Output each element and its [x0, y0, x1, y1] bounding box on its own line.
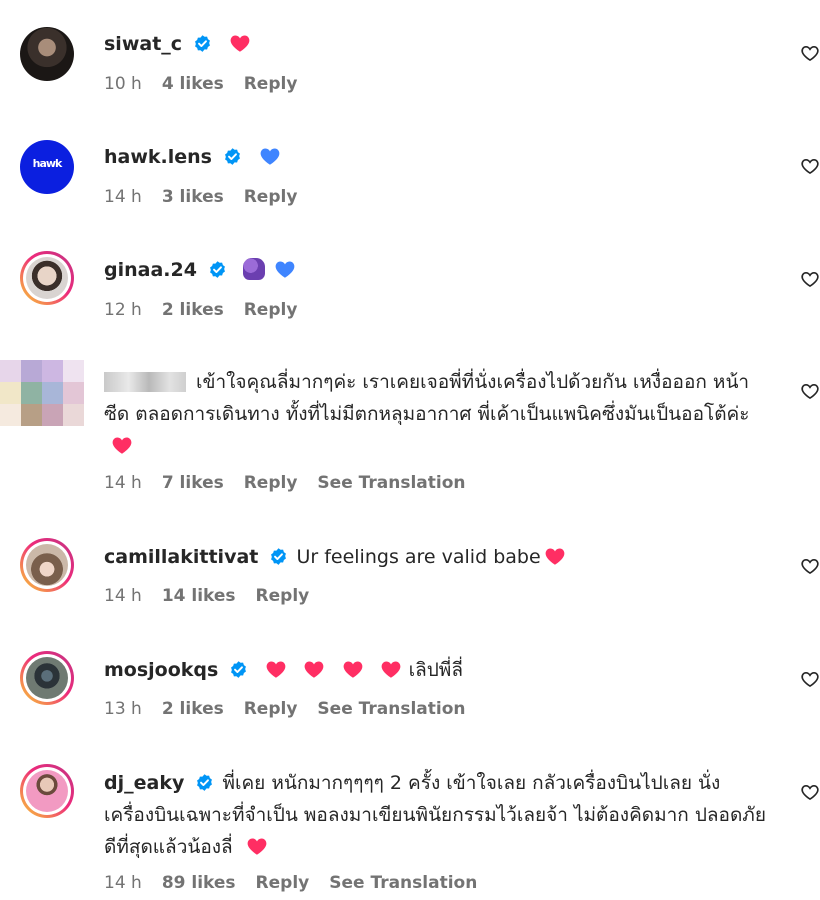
likes-count[interactable]: 89 likes: [162, 873, 236, 893]
see-translation-link[interactable]: See Translation: [317, 473, 465, 493]
avatar[interactable]: [20, 251, 74, 305]
avatar[interactable]: hawk: [20, 140, 74, 194]
avatar[interactable]: [20, 27, 74, 81]
comment-meta: 13 h 2 likes Reply See Translation: [104, 699, 485, 719]
like-heart-icon[interactable]: [800, 156, 820, 176]
likes-count[interactable]: 2 likes: [162, 300, 224, 320]
red-heart-emoji-icon: [302, 658, 326, 680]
red-heart-emoji-icon: [245, 835, 269, 857]
comment-meta: 14 h 3 likes Reply: [104, 187, 317, 207]
comment-body: siwat_c: [104, 28, 770, 60]
likes-count[interactable]: 2 likes: [162, 699, 224, 719]
like-heart-icon[interactable]: [800, 43, 820, 63]
username[interactable]: mosjookqs: [104, 659, 218, 681]
avatar-logo-text: hawk: [32, 157, 63, 170]
verified-badge-icon: [208, 260, 227, 279]
see-translation-link[interactable]: See Translation: [317, 699, 465, 719]
likes-count[interactable]: 14 likes: [162, 586, 236, 606]
timestamp: 14 h: [104, 473, 142, 493]
comment-body: ginaa.24: [104, 254, 770, 286]
blurred-username: [104, 372, 186, 392]
like-heart-icon[interactable]: [800, 381, 820, 401]
red-heart-emoji-icon: [341, 658, 365, 680]
avatar[interactable]: [20, 538, 74, 592]
like-heart-icon[interactable]: [800, 669, 820, 689]
verified-badge-icon: [223, 147, 242, 166]
timestamp: 10 h: [104, 74, 142, 94]
timestamp: 13 h: [104, 699, 142, 719]
like-heart-icon[interactable]: [800, 269, 820, 289]
comment-meta: 14 h 7 likes Reply See Translation: [104, 473, 485, 493]
like-heart-icon[interactable]: [800, 556, 820, 576]
likes-count[interactable]: 3 likes: [162, 187, 224, 207]
reply-button[interactable]: Reply: [244, 473, 298, 493]
comment-body: dj_eaky พี่เคย หนักมากๆๆๆๆ 2 ครั้ง เข้าใ…: [104, 767, 770, 863]
comment-meta: 12 h 2 likes Reply: [104, 300, 317, 320]
verified-badge-icon: [195, 773, 214, 792]
username[interactable]: ginaa.24: [104, 259, 197, 281]
comment-text: เลิปพี่ลี่: [408, 659, 463, 681]
couple-kiss-emoji-icon: [243, 258, 266, 280]
reply-button[interactable]: Reply: [244, 300, 298, 320]
red-heart-emoji-icon: [379, 658, 403, 680]
red-heart-emoji-icon: [110, 434, 134, 456]
timestamp: 14 h: [104, 873, 142, 893]
comment-meta: 14 h 89 likes Reply See Translation: [104, 873, 497, 893]
verified-badge-icon: [269, 547, 288, 566]
timestamp: 14 h: [104, 586, 142, 606]
timestamp: 12 h: [104, 300, 142, 320]
reply-button[interactable]: Reply: [244, 699, 298, 719]
reply-button[interactable]: Reply: [244, 74, 298, 94]
verified-badge-icon: [229, 660, 248, 679]
comment-meta: 10 h 4 likes Reply: [104, 74, 317, 94]
red-heart-emoji-icon: [264, 658, 288, 680]
username[interactable]: siwat_c: [104, 33, 182, 55]
blue-heart-emoji-icon: [273, 258, 297, 280]
comment-body: mosjookqs เลิปพี่ลี่: [104, 654, 770, 686]
comment-body: hawk.lens: [104, 141, 770, 173]
see-translation-link[interactable]: See Translation: [329, 873, 477, 893]
comment-text: Ur feelings are valid babe: [296, 546, 541, 568]
avatar[interactable]: [20, 651, 74, 705]
red-heart-emoji-icon: [228, 32, 252, 54]
comment-body: camillakittivat Ur feelings are valid ba…: [104, 541, 770, 573]
timestamp: 14 h: [104, 187, 142, 207]
like-heart-icon[interactable]: [800, 782, 820, 802]
red-heart-emoji-icon: [543, 545, 567, 567]
reply-button[interactable]: Reply: [244, 187, 298, 207]
likes-count[interactable]: 4 likes: [162, 74, 224, 94]
comment-meta: 14 h 14 likes Reply: [104, 586, 329, 606]
comment-text: เข้าใจคุณลี่มากๆค่ะ เราเคยเจอพี่ที่นั่งเ…: [104, 371, 750, 425]
username[interactable]: camillakittivat: [104, 546, 258, 568]
avatar[interactable]: [20, 764, 74, 818]
reply-button[interactable]: Reply: [256, 873, 310, 893]
reply-button[interactable]: Reply: [256, 586, 310, 606]
username[interactable]: hawk.lens: [104, 146, 212, 168]
avatar-blurred[interactable]: [0, 360, 84, 426]
blue-heart-emoji-icon: [258, 145, 282, 167]
verified-badge-icon: [193, 34, 212, 53]
likes-count[interactable]: 7 likes: [162, 473, 224, 493]
username[interactable]: dj_eaky: [104, 772, 184, 794]
comment-body: เข้าใจคุณลี่มากๆค่ะ เราเคยเจอพี่ที่นั่งเ…: [104, 366, 770, 462]
